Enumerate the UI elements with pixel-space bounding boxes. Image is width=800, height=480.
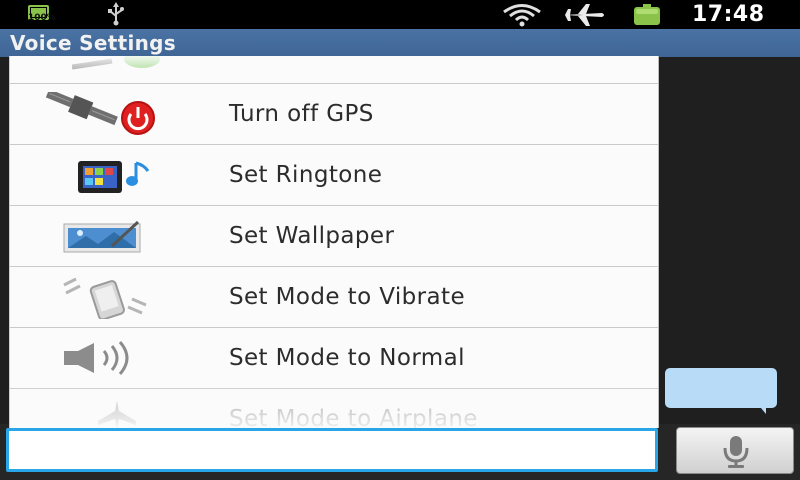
wifi-icon (500, 3, 544, 32)
voice-text-input[interactable] (6, 428, 658, 472)
airplane-icon (562, 3, 606, 32)
speaker-icon (60, 341, 146, 379)
microphone-icon (714, 434, 758, 474)
ringtone-icon (76, 157, 166, 201)
list-item-set-ringtone[interactable]: Set Ringtone (10, 145, 658, 206)
usb-icon (105, 2, 127, 31)
phone-screen: 100% 17:48 Voice Settings Turn off GPS S… (0, 0, 800, 480)
list-item-turn-off-gps[interactable]: Turn off GPS (10, 84, 658, 145)
gps-off-icon (40, 89, 170, 142)
battery-full-icon (632, 4, 662, 25)
airplane-mode-icon (94, 399, 140, 428)
vibrate-icon (60, 277, 152, 323)
microphone-button[interactable] (676, 427, 794, 474)
status-time: 17:48 (692, 2, 765, 27)
list-item-set-mode-airplane[interactable]: Set Mode to Airplane (10, 389, 658, 428)
list-item-set-mode-vibrate[interactable]: Set Mode to Vibrate (10, 267, 658, 328)
status-bar: 100% 17:48 (0, 0, 800, 29)
partial-green-icon (71, 56, 162, 77)
list-item[interactable] (10, 56, 658, 84)
title-bar: Voice Settings (0, 29, 800, 57)
page-title: Voice Settings (10, 31, 176, 55)
wallpaper-icon (62, 220, 142, 258)
chat-bubble-tail (756, 402, 766, 414)
voice-command-list[interactable]: Turn off GPS Set Ringtone Set Wallpaper … (9, 56, 659, 428)
list-item-set-mode-normal[interactable]: Set Mode to Normal (10, 328, 658, 389)
list-item-set-wallpaper[interactable]: Set Wallpaper (10, 206, 658, 267)
